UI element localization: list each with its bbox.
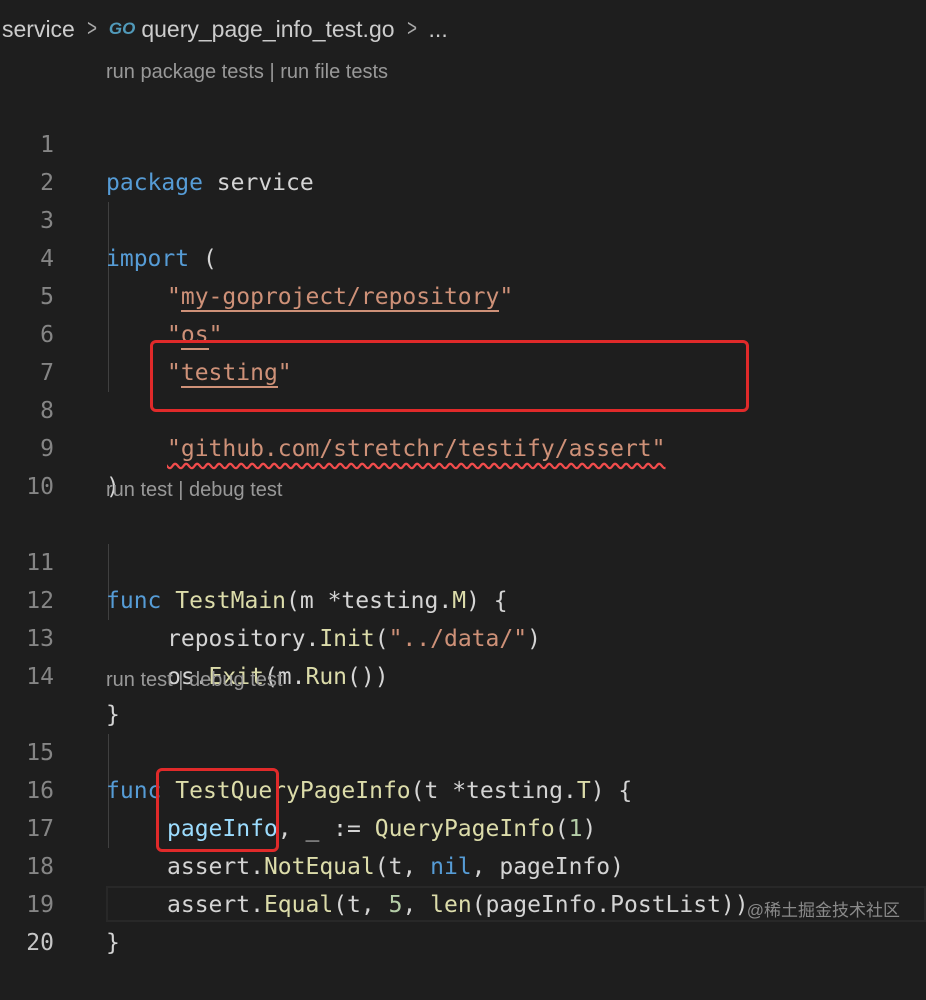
code-line: 6 "testing" [0,278,926,388]
code-line: 18 assert.Equal(t, 5, len(pageInfo.PostL… [0,810,926,918]
watermark: @稀土掘金技术社区 [746,901,900,920]
run-test-link[interactable]: run test [106,669,173,691]
code-line: 13 os.Exit(m.Run()) [0,582,926,690]
code-line: 4 "my-goproject/repository" [0,202,926,312]
codelens-separator: | [178,479,184,501]
code-line: 16 pageInfo, _ := QueryPageInfo(1) [0,734,926,842]
line-number: 14 [26,664,54,690]
paren: ()) [347,664,389,690]
code-line: 3 import ( [0,164,926,272]
line-number: 20 [26,930,54,956]
code-line: 15 func TestQueryPageInfo(t *testing.T) … [0,696,926,804]
annotation-box [156,768,279,852]
codelens-test: run test | debug test [106,666,282,694]
code-line: 5 "os" [0,240,926,350]
run-test-link[interactable]: run test [106,479,173,501]
code-line: 17 assert.NotEqual(t, nil, pageInfo) [0,772,926,880]
code-line: 19 } [0,848,926,956]
code-line: 10 [0,430,926,500]
brace: } [106,930,120,956]
codelens-separator: | [269,61,275,83]
run-file-tests-link[interactable]: run file tests [280,61,388,83]
debug-test-link[interactable]: debug test [189,669,282,691]
code-line: 1 package service [0,88,926,196]
code-editor[interactable]: run package tests | run file tests 1 pac… [0,0,926,956]
code-line: 12 repository.Init("../data/") [0,544,926,652]
codelens-separator: | [178,669,184,691]
debug-test-link[interactable]: debug test [189,479,282,501]
function-call: Run [305,664,348,690]
codelens-file: run package tests | run file tests [106,58,388,86]
code-line: 2 [0,126,926,196]
line-number: 10 [26,474,54,500]
run-package-tests-link[interactable]: run package tests [106,61,264,83]
code-line: 14 } [0,620,926,728]
code-line: 11 func TestMain(m *testing.M) { [0,506,926,614]
codelens-test: run test | debug test [106,476,282,504]
annotation-box [150,340,749,412]
